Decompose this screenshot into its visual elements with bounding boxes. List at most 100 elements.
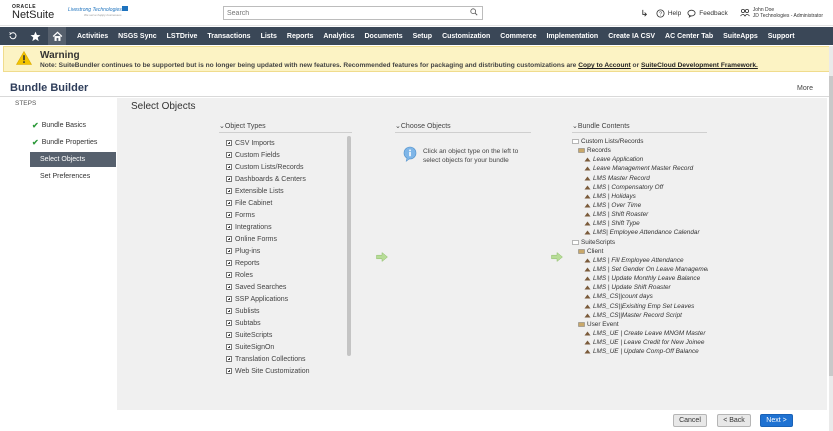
nav-item-analytics[interactable]: Analytics bbox=[318, 33, 359, 40]
object-type-item[interactable]: Dashboards & Centers bbox=[226, 173, 352, 185]
more-button[interactable]: More bbox=[797, 85, 813, 92]
tree-item[interactable]: LMS | Holidays bbox=[572, 192, 708, 201]
tree-item[interactable]: LMS Master Record bbox=[572, 174, 708, 183]
expand-plus-icon[interactable] bbox=[226, 200, 232, 206]
nav-item-lstdrive[interactable]: LSTDrive bbox=[162, 33, 203, 40]
page-scrollbar[interactable] bbox=[829, 46, 833, 431]
object-type-item[interactable]: Custom Fields bbox=[226, 149, 352, 161]
tree-folder[interactable]: Records bbox=[572, 146, 708, 155]
bundle-contents-header[interactable]: ⌄Bundle Contents bbox=[572, 122, 630, 130]
nav-item-suiteapps[interactable]: SuiteApps bbox=[718, 33, 763, 40]
nav-item-setup[interactable]: Setup bbox=[408, 33, 437, 40]
home-nav-button[interactable] bbox=[48, 27, 66, 45]
object-type-item[interactable]: Web Site Customization bbox=[226, 365, 352, 377]
tree-item[interactable]: LMS_CS||count days bbox=[572, 292, 708, 301]
expand-plus-icon[interactable] bbox=[226, 248, 232, 254]
user-menu[interactable]: John Doe JD Technologies - Administrator bbox=[739, 7, 823, 19]
nav-item-ac-center-tab[interactable]: AC Center Tab bbox=[660, 33, 718, 40]
object-type-item[interactable]: Extensible Lists bbox=[226, 185, 352, 197]
expand-plus-icon[interactable] bbox=[226, 236, 232, 242]
object-type-item[interactable]: Online Forms bbox=[226, 233, 352, 245]
tree-folder[interactable]: SuiteScripts bbox=[572, 238, 708, 247]
nav-item-activities[interactable]: Activities bbox=[72, 33, 113, 40]
add-arrow-icon[interactable] bbox=[376, 252, 388, 262]
nav-item-implementation[interactable]: Implementation bbox=[541, 33, 603, 40]
tree-item[interactable]: LMS_CS||Master Record Script bbox=[572, 311, 708, 320]
expand-plus-icon[interactable] bbox=[226, 332, 232, 338]
object-type-item[interactable]: Custom Lists/Records bbox=[226, 161, 352, 173]
back-button[interactable]: < Back bbox=[717, 414, 751, 427]
tree-item[interactable]: LMS | Shift Type bbox=[572, 219, 708, 228]
nav-item-transactions[interactable]: Transactions bbox=[202, 33, 255, 40]
expand-plus-icon[interactable] bbox=[226, 272, 232, 278]
tree-item[interactable]: LMS_UE | Update Comp-Off Balance bbox=[572, 347, 708, 356]
tree-item[interactable]: LMS | Update Monthly Leave Balance bbox=[572, 274, 708, 283]
object-type-item[interactable]: Integrations bbox=[226, 221, 352, 233]
tree-item[interactable]: LMS | Over Time bbox=[572, 201, 708, 210]
expand-plus-icon[interactable] bbox=[226, 224, 232, 230]
object-type-item[interactable]: Translation Collections bbox=[226, 353, 352, 365]
nav-item-reports[interactable]: Reports bbox=[282, 33, 318, 40]
expand-plus-icon[interactable] bbox=[226, 320, 232, 326]
search-icon[interactable] bbox=[470, 8, 478, 16]
choose-objects-header[interactable]: ⌄Choose Objects bbox=[395, 122, 451, 130]
expand-plus-icon[interactable] bbox=[226, 164, 232, 170]
step-bundle-basics[interactable]: ✔ Bundle Basics bbox=[30, 118, 116, 133]
expand-plus-icon[interactable] bbox=[226, 284, 232, 290]
step-select-objects[interactable]: Select Objects bbox=[30, 152, 116, 167]
help-button[interactable]: ? Help bbox=[656, 8, 681, 18]
step-set-preferences[interactable]: Set Preferences bbox=[30, 169, 116, 184]
nav-item-nsgs-sync[interactable]: NSGS Sync bbox=[113, 33, 162, 40]
nav-item-documents[interactable]: Documents bbox=[359, 33, 407, 40]
recent-nav-button[interactable] bbox=[4, 27, 22, 45]
tree-item[interactable]: LMS | Fill Employee Attendance bbox=[572, 256, 708, 265]
global-search[interactable] bbox=[223, 6, 483, 20]
expand-plus-icon[interactable] bbox=[226, 356, 232, 362]
next-button[interactable]: Next > bbox=[760, 414, 793, 427]
expand-plus-icon[interactable] bbox=[226, 140, 232, 146]
tree-item[interactable]: LMS_UE | Create Leave MNGM Master bbox=[572, 329, 708, 338]
object-types-scrollbar[interactable] bbox=[347, 136, 351, 356]
expand-plus-icon[interactable] bbox=[226, 308, 232, 314]
sdf-link[interactable]: SuiteCloud Development Framework. bbox=[641, 62, 758, 69]
object-type-item[interactable]: Forms bbox=[226, 209, 352, 221]
object-type-item[interactable]: CSV Imports bbox=[226, 137, 352, 149]
tree-item[interactable]: LMS| Employee Attendance Calendar bbox=[572, 228, 708, 237]
copy-to-account-link[interactable]: Copy to Account bbox=[578, 62, 631, 69]
recent-records-button[interactable] bbox=[641, 9, 650, 18]
expand-plus-icon[interactable] bbox=[226, 212, 232, 218]
tree-folder[interactable]: Custom Lists/Records bbox=[572, 137, 708, 146]
object-types-header[interactable]: ⌄Object Types bbox=[219, 122, 266, 130]
tree-folder[interactable]: Client bbox=[572, 247, 708, 256]
tree-item[interactable]: LMS | Shift Roaster bbox=[572, 210, 708, 219]
nav-item-lists[interactable]: Lists bbox=[256, 33, 282, 40]
object-type-item[interactable]: Saved Searches bbox=[226, 281, 352, 293]
object-type-item[interactable]: Reports bbox=[226, 257, 352, 269]
object-type-item[interactable]: SuiteSignOn bbox=[226, 341, 352, 353]
object-type-item[interactable]: SuiteScripts bbox=[226, 329, 352, 341]
netsuite-logo[interactable]: ORACLE NetSuite bbox=[12, 4, 54, 21]
tree-folder[interactable]: User Event bbox=[572, 320, 708, 329]
page-scrollbar-thumb[interactable] bbox=[829, 76, 833, 376]
nav-item-create-ia-csv[interactable]: Create IA CSV bbox=[603, 33, 660, 40]
object-type-item[interactable]: Sublists bbox=[226, 305, 352, 317]
tree-item[interactable]: Leave Application bbox=[572, 155, 708, 164]
tree-item[interactable]: LMS | Compensatory Off bbox=[572, 183, 708, 192]
add-arrow-icon[interactable] bbox=[551, 252, 563, 262]
feedback-button[interactable]: Feedback bbox=[687, 9, 728, 18]
object-type-item[interactable]: Plug-ins bbox=[226, 245, 352, 257]
object-type-item[interactable]: Subtabs bbox=[226, 317, 352, 329]
step-bundle-properties[interactable]: ✔ Bundle Properties bbox=[30, 135, 116, 150]
nav-item-customization[interactable]: Customization bbox=[437, 33, 495, 40]
expand-plus-icon[interactable] bbox=[226, 260, 232, 266]
expand-plus-icon[interactable] bbox=[226, 188, 232, 194]
cancel-button[interactable]: Cancel bbox=[673, 414, 707, 427]
tree-item[interactable]: Leave Management Master Record bbox=[572, 164, 708, 173]
tree-item[interactable]: LMS | Set Gender On Leave Management bbox=[572, 265, 708, 274]
object-type-item[interactable]: File Cabinet bbox=[226, 197, 352, 209]
nav-item-support[interactable]: Support bbox=[763, 33, 800, 40]
favorites-nav-button[interactable] bbox=[26, 27, 44, 45]
object-type-item[interactable]: SSP Applications bbox=[226, 293, 352, 305]
expand-plus-icon[interactable] bbox=[226, 152, 232, 158]
search-input[interactable] bbox=[224, 7, 464, 19]
